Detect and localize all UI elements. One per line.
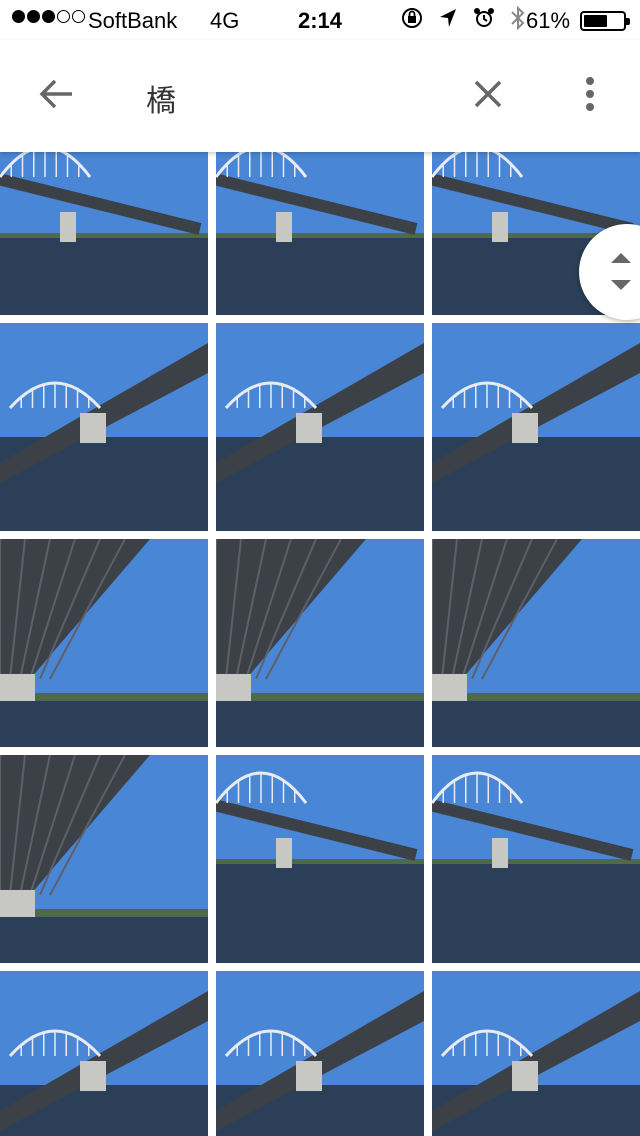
photo-thumbnail[interactable] bbox=[432, 323, 640, 531]
photo-grid bbox=[0, 152, 640, 1136]
photo-thumbnail[interactable] bbox=[432, 971, 640, 1136]
scroll-down-icon bbox=[611, 280, 631, 290]
photo-thumbnail[interactable] bbox=[216, 755, 424, 963]
photo-thumbnail[interactable] bbox=[0, 152, 208, 315]
alarm-clock-icon bbox=[472, 6, 496, 36]
photo-thumbnail[interactable] bbox=[216, 971, 424, 1136]
more-options-button[interactable] bbox=[566, 70, 614, 122]
location-arrow-icon bbox=[438, 7, 458, 35]
status-bar: SoftBank 4G 2:14 61% bbox=[0, 0, 640, 40]
photo-thumbnail[interactable] bbox=[0, 755, 208, 963]
more-vert-icon bbox=[585, 76, 595, 116]
photo-thumbnail[interactable] bbox=[216, 539, 424, 747]
clear-search-button[interactable] bbox=[460, 70, 516, 122]
rotation-lock-icon bbox=[400, 6, 424, 36]
photo-thumbnail[interactable] bbox=[0, 539, 208, 747]
close-icon bbox=[473, 79, 503, 114]
photo-thumbnail[interactable] bbox=[432, 755, 640, 963]
search-app-bar: 橋 bbox=[0, 40, 640, 152]
battery-percent: 61% bbox=[526, 8, 571, 33]
photo-thumbnail[interactable] bbox=[0, 971, 208, 1136]
back-button[interactable] bbox=[28, 70, 84, 122]
photo-thumbnail[interactable] bbox=[216, 152, 424, 315]
bluetooth-icon bbox=[510, 5, 526, 37]
photos-search-screen: SoftBank 4G 2:14 61% 橋 bbox=[0, 0, 640, 1136]
photo-thumbnail[interactable] bbox=[432, 539, 640, 747]
search-query[interactable]: 橋 bbox=[146, 76, 176, 120]
photo-thumbnail[interactable] bbox=[0, 323, 208, 531]
photo-thumbnail[interactable] bbox=[216, 323, 424, 531]
arrow-back-icon bbox=[38, 78, 74, 115]
battery-icon bbox=[580, 11, 630, 31]
scroll-up-icon bbox=[611, 253, 631, 263]
